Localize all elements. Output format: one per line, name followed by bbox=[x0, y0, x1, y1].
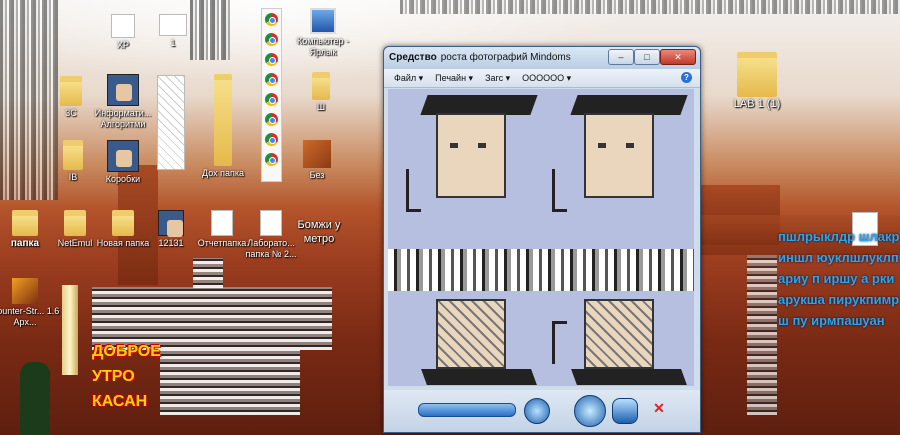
cap-face-icon bbox=[107, 140, 139, 172]
document-icon bbox=[260, 210, 282, 236]
help-icon[interactable]: ? bbox=[681, 72, 692, 83]
icon-label: LAB 1 (1) bbox=[733, 98, 781, 110]
green-figure bbox=[20, 362, 50, 435]
menu-bar: Файл ▾ Печайн ▾ Загс ▾ OOOOOO ▾ ? bbox=[384, 69, 700, 88]
eye bbox=[626, 143, 634, 148]
delete-icon[interactable]: ✕ bbox=[652, 401, 666, 415]
graduation-cap bbox=[420, 95, 538, 115]
icon-label: Ш bbox=[316, 102, 326, 112]
folder-icon bbox=[64, 210, 86, 236]
playback-toolbar: ✕ bbox=[384, 390, 700, 432]
tall-document-icon[interactable] bbox=[157, 75, 185, 170]
eye bbox=[478, 143, 486, 148]
document-icon bbox=[111, 14, 135, 38]
glitch-block bbox=[747, 255, 777, 415]
chrome-icon[interactable] bbox=[265, 33, 278, 46]
document-icon bbox=[211, 210, 233, 236]
chrome-icon[interactable] bbox=[265, 93, 278, 106]
graduation-cap bbox=[570, 95, 688, 115]
image-icon bbox=[303, 140, 331, 168]
chrome-icon[interactable] bbox=[265, 113, 278, 126]
icon-label: Компьютер - Ярлык bbox=[296, 36, 350, 57]
chrome-icon[interactable] bbox=[265, 53, 278, 66]
computer-icon bbox=[310, 8, 336, 34]
eye bbox=[598, 143, 606, 148]
title-main: Средство bbox=[389, 52, 437, 63]
folder-icon bbox=[12, 210, 38, 236]
glitch-block bbox=[160, 350, 300, 415]
document-icon bbox=[159, 14, 187, 36]
desktop-wallpaper: XP 1 3С Информати... Алгоритми IB Коробк… bbox=[0, 0, 900, 435]
close-button[interactable]: ✕ bbox=[660, 49, 696, 65]
folder-icon bbox=[214, 74, 232, 166]
icon-label: Информати... Алгоритми bbox=[94, 108, 152, 129]
pixel-face-mirrored bbox=[436, 299, 506, 369]
folder-icon bbox=[737, 52, 777, 97]
title-bar[interactable]: Средство роста фотографий Mindoms – □ ✕ bbox=[384, 47, 700, 69]
desktop-icon-1[interactable]: 1 bbox=[138, 14, 208, 49]
minimize-button[interactable]: – bbox=[608, 49, 634, 65]
zoom-slider[interactable] bbox=[418, 403, 516, 417]
pencil-graphic bbox=[62, 285, 78, 375]
desktop-icon-lab1[interactable]: LAB 1 (1) bbox=[717, 52, 797, 110]
menu-file[interactable]: Файл ▾ bbox=[394, 73, 423, 84]
pixel-face bbox=[584, 113, 654, 198]
photo-viewer-window[interactable]: Средство роста фотографий Mindoms – □ ✕ Ф… bbox=[383, 46, 701, 433]
icon-label: Без bbox=[309, 170, 325, 180]
cap-face-icon bbox=[107, 74, 139, 106]
previous-button[interactable] bbox=[524, 398, 550, 424]
graduation-cap bbox=[571, 369, 687, 385]
next-button[interactable] bbox=[612, 398, 638, 424]
tassel bbox=[406, 169, 421, 212]
chrome-icon[interactable] bbox=[265, 133, 278, 146]
menu-print[interactable]: Печайн ▾ bbox=[435, 73, 473, 84]
glitch-artifact bbox=[400, 0, 900, 14]
icon-label: 1 bbox=[170, 38, 176, 48]
dobroe-utro-overlay: ДОБРОЕ УТРО КАСАН bbox=[92, 343, 161, 410]
game-icon bbox=[12, 278, 38, 304]
desktop-icon-informatika[interactable]: Информати... Алгоритми bbox=[88, 74, 158, 130]
desktop-icon-sh[interactable]: Ш bbox=[286, 72, 356, 113]
icon-label: Counter-Str... 1.6 Арх... bbox=[0, 306, 60, 327]
desktop-icon-korobki[interactable]: Коробки bbox=[88, 140, 158, 185]
glitch-band bbox=[388, 249, 694, 291]
chrome-icon[interactable] bbox=[265, 13, 278, 26]
menu-burn[interactable]: Загс ▾ bbox=[485, 73, 510, 84]
slideshow-button[interactable] bbox=[574, 395, 606, 427]
folder-icon bbox=[312, 72, 330, 100]
image-canvas bbox=[388, 89, 694, 386]
desktop-icon-computer[interactable]: Компьютер - Ярлык bbox=[288, 8, 358, 58]
graduation-cap bbox=[421, 369, 537, 385]
chrome-icon[interactable] bbox=[265, 73, 278, 86]
tassel bbox=[552, 321, 567, 364]
icon-label: Бомжи у метро bbox=[297, 219, 341, 245]
chrome-icon[interactable] bbox=[265, 153, 278, 166]
desktop-icon-dop-papka[interactable]: Дох папка bbox=[188, 74, 258, 179]
pixel-face bbox=[436, 113, 506, 198]
chrome-icons-strip bbox=[261, 8, 282, 182]
desktop-icon-counter-strike[interactable]: Counter-Str... 1.6 Арх... bbox=[0, 278, 60, 328]
folder-icon bbox=[63, 140, 83, 170]
title-rest: роста фотографий Mindoms bbox=[440, 52, 571, 63]
glitch-block bbox=[193, 258, 223, 288]
pixel-face-mirrored bbox=[584, 299, 654, 369]
icon-label: Дох папка bbox=[202, 168, 244, 178]
folder-icon bbox=[112, 210, 134, 236]
tassel bbox=[552, 169, 567, 212]
desktop-icon-bez[interactable]: Без bbox=[282, 140, 352, 181]
desktop-icon-bomzhi[interactable]: Бомжи у метро bbox=[284, 218, 354, 246]
maximize-button[interactable]: □ bbox=[634, 49, 660, 65]
window-title: Средство роста фотографий Mindoms bbox=[389, 52, 571, 63]
eye bbox=[450, 143, 458, 148]
scribble-text: пшлрыклдр шлакриншл юуклшлуклп ариу п ир… bbox=[778, 229, 900, 328]
cap-face-icon bbox=[158, 210, 184, 237]
folder-icon bbox=[60, 76, 82, 106]
menu-open[interactable]: OOOOOO ▾ bbox=[522, 73, 571, 84]
icon-label: Коробки bbox=[105, 174, 141, 184]
